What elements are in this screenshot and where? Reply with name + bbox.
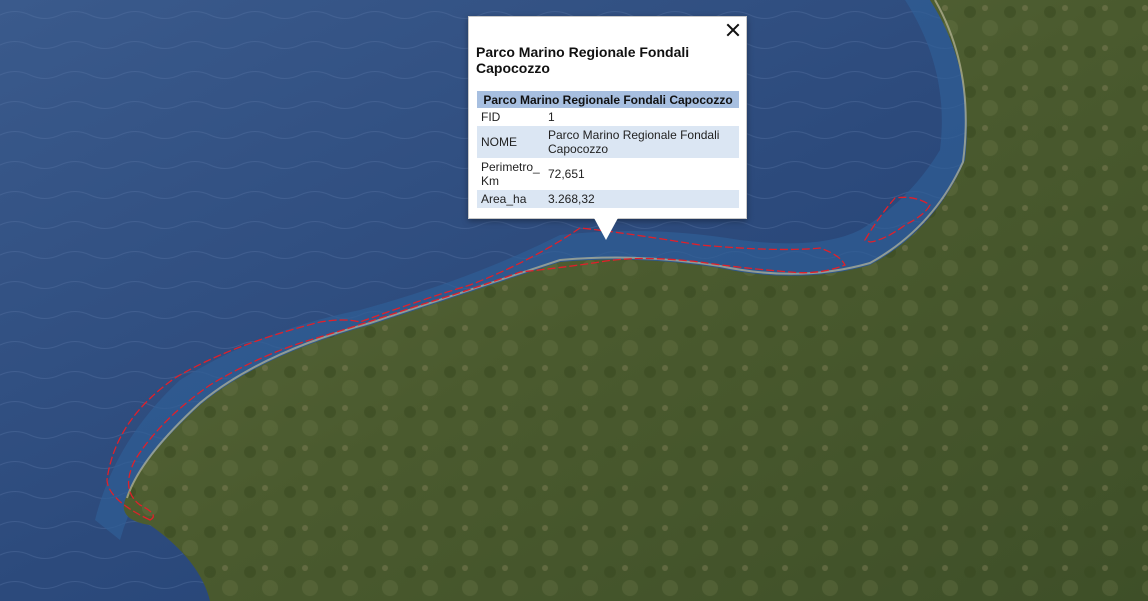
feature-popup: Parco Marino Regionale Fondali Capocozzo… [468,16,747,219]
popup-pointer [594,218,618,240]
table-row: Area_ha 3.268,32 [477,190,739,208]
attribute-table: Parco Marino Regionale Fondali Capocozzo… [477,91,739,208]
table-row: Perimetro_ Km 72,651 [477,158,739,190]
attribute-key: FID [481,110,501,124]
attribute-value: 3.268,32 [544,190,739,208]
attribute-value: Parco Marino Regionale Fondali Capocozzo [544,126,739,158]
table-header: Parco Marino Regionale Fondali Capocozzo [477,91,739,108]
attribute-key: NOME [477,126,544,158]
close-icon[interactable] [724,21,742,39]
table-row: NOME Parco Marino Regionale Fondali Capo… [477,126,739,158]
attribute-value: 1 [548,110,555,124]
table-row: FID 1 [477,108,739,126]
attribute-value: 72,651 [548,167,585,181]
popup-title: Parco Marino Regionale Fondali Capocozzo [476,44,690,76]
attribute-key: Area_ha [477,190,544,208]
attribute-key: Perimetro_ Km [481,160,540,188]
